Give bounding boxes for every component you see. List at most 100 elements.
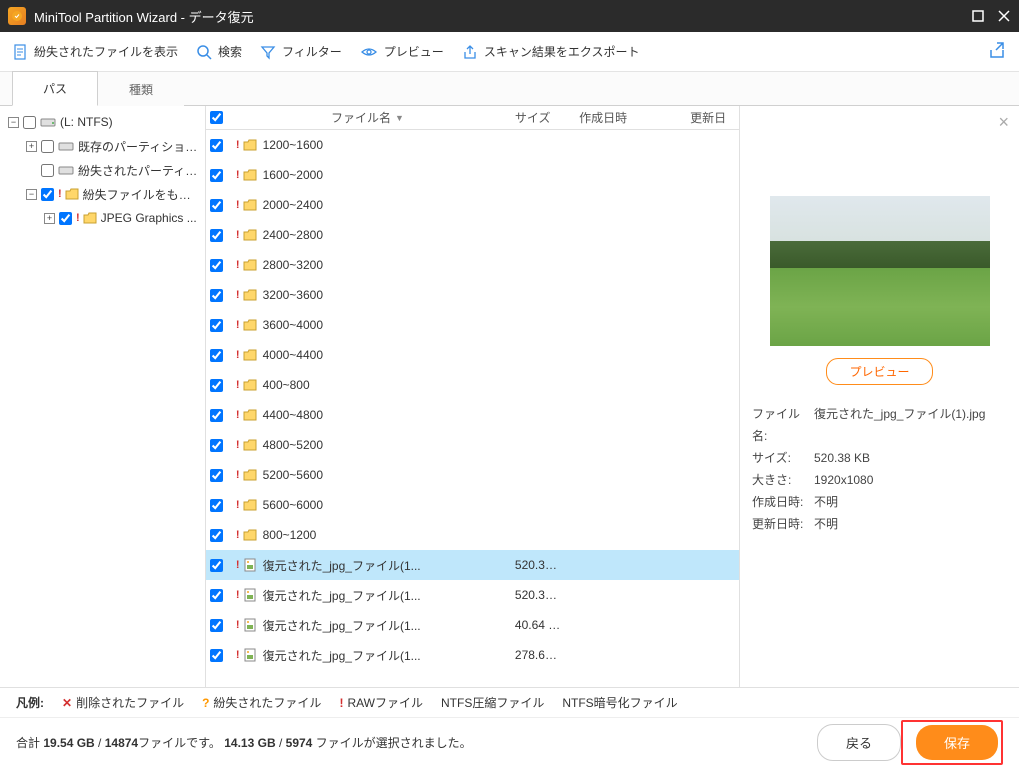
row-checkbox-cell[interactable]: [206, 319, 228, 332]
expand-icon[interactable]: +: [26, 141, 37, 152]
tab-path[interactable]: パス: [12, 71, 98, 106]
list-row[interactable]: !4400~4800: [206, 400, 739, 430]
preview-button[interactable]: プレビュー: [360, 43, 444, 60]
list-row[interactable]: !5600~6000: [206, 490, 739, 520]
tree-checkbox[interactable]: [59, 212, 72, 225]
row-filename: 復元された_jpg_ファイル(1...: [263, 587, 421, 604]
row-checkbox[interactable]: [210, 169, 223, 182]
header-checkbox-cell[interactable]: [206, 111, 228, 124]
tree-jpeg[interactable]: + ! JPEG Graphics ...: [0, 206, 205, 230]
row-checkbox-cell[interactable]: [206, 409, 228, 422]
tree-checkbox[interactable]: [23, 116, 36, 129]
list-row[interactable]: !4800~5200: [206, 430, 739, 460]
column-size[interactable]: サイズ: [507, 109, 571, 126]
row-name-cell: !400~800: [228, 378, 507, 392]
filter-button[interactable]: フィルター: [260, 43, 342, 60]
row-checkbox-cell[interactable]: [206, 139, 228, 152]
row-checkbox[interactable]: [210, 379, 223, 392]
row-name-cell: !5200~5600: [228, 468, 507, 482]
tree-label: JPEG Graphics ...: [101, 211, 197, 225]
list-row[interactable]: !復元された_jpg_ファイル(1...40.64 KB: [206, 610, 739, 640]
select-all-checkbox[interactable]: [210, 111, 223, 124]
tree-existing-partition[interactable]: + 既存のパーティション...: [0, 134, 205, 158]
tree-checkbox[interactable]: [41, 164, 54, 177]
save-button[interactable]: 保存: [916, 725, 998, 760]
list-body[interactable]: !1200~1600!1600~2000!2000~2400!2400~2800…: [206, 130, 739, 687]
row-checkbox[interactable]: [210, 649, 223, 662]
row-checkbox-cell[interactable]: [206, 529, 228, 542]
tree-checkbox[interactable]: [41, 140, 54, 153]
tree-lost-files[interactable]: − ! 紛失ファイルをもっと...: [0, 182, 205, 206]
folder-icon: !: [236, 199, 257, 211]
row-checkbox[interactable]: [210, 439, 223, 452]
show-lost-files-button[interactable]: 紛失されたファイルを表示: [12, 43, 178, 60]
list-row[interactable]: !800~1200: [206, 520, 739, 550]
collapse-icon[interactable]: −: [8, 117, 19, 128]
list-row[interactable]: !400~800: [206, 370, 739, 400]
row-checkbox-cell[interactable]: [206, 199, 228, 212]
row-checkbox[interactable]: [210, 289, 223, 302]
list-row[interactable]: !3600~4000: [206, 310, 739, 340]
meta-created-label: 作成日時:: [752, 491, 814, 513]
row-checkbox[interactable]: [210, 319, 223, 332]
row-checkbox[interactable]: [210, 229, 223, 242]
tree-root[interactable]: − (L: NTFS): [0, 110, 205, 134]
row-checkbox-cell[interactable]: [206, 559, 228, 572]
row-checkbox[interactable]: [210, 139, 223, 152]
maximize-icon[interactable]: [971, 9, 985, 23]
row-checkbox[interactable]: [210, 529, 223, 542]
row-checkbox[interactable]: [210, 409, 223, 422]
row-checkbox-cell[interactable]: [206, 349, 228, 362]
preview-open-button[interactable]: プレビュー: [826, 358, 932, 385]
row-checkbox[interactable]: [210, 349, 223, 362]
share-icon[interactable]: [989, 41, 1007, 62]
row-checkbox-cell[interactable]: [206, 439, 228, 452]
row-checkbox-cell[interactable]: [206, 169, 228, 182]
tree-lost-partition[interactable]: 紛失されたパーティシ...: [0, 158, 205, 182]
collapse-icon[interactable]: −: [26, 189, 37, 200]
row-size: 40.64 KB: [507, 618, 571, 632]
list-row[interactable]: !4000~4400: [206, 340, 739, 370]
back-button[interactable]: 戻る: [817, 724, 901, 761]
folder-icon: !: [236, 259, 257, 271]
list-row[interactable]: !復元された_jpg_ファイル(1...278.65 KB: [206, 640, 739, 670]
row-checkbox-cell[interactable]: [206, 469, 228, 482]
action-bar: 合計 19.54 GB / 14874ファイルです。 14.13 GB / 59…: [0, 717, 1019, 767]
list-row[interactable]: !1200~1600: [206, 130, 739, 160]
row-checkbox-cell[interactable]: [206, 259, 228, 272]
column-name[interactable]: ファイル名 ▼: [228, 109, 507, 126]
row-checkbox[interactable]: [210, 499, 223, 512]
list-row[interactable]: !5200~5600: [206, 460, 739, 490]
expand-icon[interactable]: +: [44, 213, 55, 224]
row-checkbox-cell[interactable]: [206, 289, 228, 302]
folder-icon: !: [236, 499, 257, 511]
row-checkbox[interactable]: [210, 469, 223, 482]
search-button[interactable]: 検索: [196, 43, 242, 60]
column-created[interactable]: 作成日時: [571, 109, 682, 126]
row-checkbox-cell[interactable]: [206, 379, 228, 392]
list-row[interactable]: !2800~3200: [206, 250, 739, 280]
close-preview-icon[interactable]: ×: [998, 112, 1009, 133]
row-checkbox-cell[interactable]: [206, 229, 228, 242]
list-row[interactable]: !復元された_jpg_ファイル(1...520.38 KB: [206, 580, 739, 610]
row-checkbox-cell[interactable]: [206, 649, 228, 662]
list-row[interactable]: !復元された_jpg_ファイル(1...520.38 KB: [206, 550, 739, 580]
column-modified[interactable]: 更新日: [682, 109, 739, 126]
row-checkbox[interactable]: [210, 259, 223, 272]
tree-checkbox[interactable]: [41, 188, 54, 201]
list-row[interactable]: !3200~3600: [206, 280, 739, 310]
tab-type[interactable]: 種類: [98, 72, 184, 106]
legend-bar: 凡例: ✕削除されたファイル ?紛失されたファイル !RAWファイル NTFS圧…: [0, 687, 1019, 717]
export-button[interactable]: スキャン結果をエクスポート: [462, 43, 640, 60]
row-checkbox[interactable]: [210, 619, 223, 632]
list-row[interactable]: !1600~2000: [206, 160, 739, 190]
row-checkbox-cell[interactable]: [206, 619, 228, 632]
row-checkbox[interactable]: [210, 199, 223, 212]
close-icon[interactable]: [997, 9, 1011, 23]
row-checkbox-cell[interactable]: [206, 589, 228, 602]
row-checkbox[interactable]: [210, 559, 223, 572]
list-row[interactable]: !2000~2400: [206, 190, 739, 220]
row-checkbox-cell[interactable]: [206, 499, 228, 512]
row-checkbox[interactable]: [210, 589, 223, 602]
list-row[interactable]: !2400~2800: [206, 220, 739, 250]
